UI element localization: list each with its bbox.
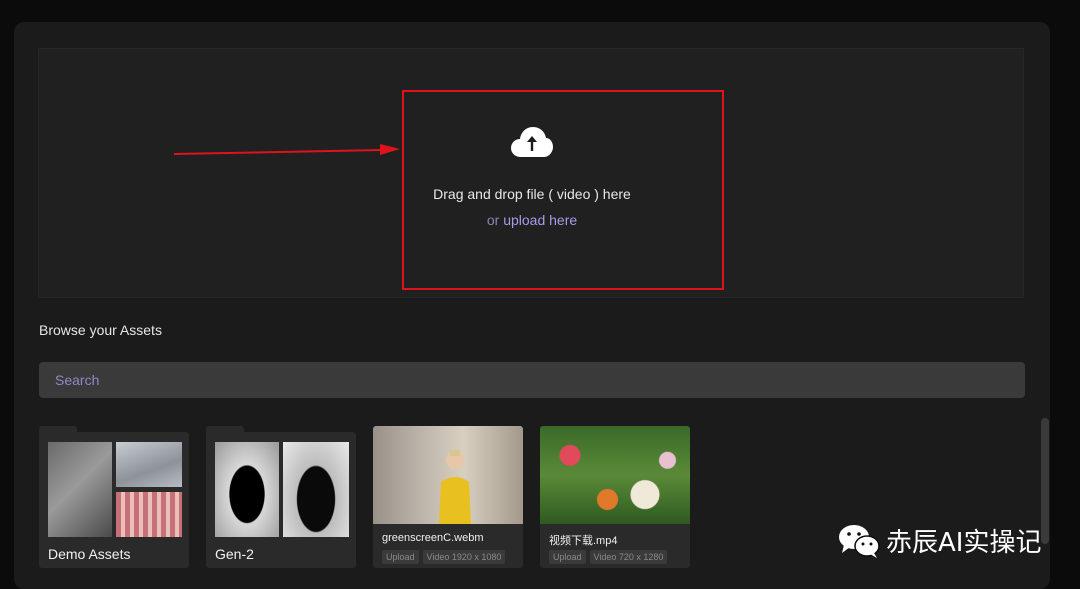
annotation-arrow	[173, 144, 400, 155]
video-thumbnail	[540, 426, 690, 524]
watermark: 赤辰AI实操记	[838, 522, 1041, 559]
video-card-greenscreen[interactable]: greenscreenC.webm Upload Video 1920 x 10…	[373, 426, 523, 568]
folder-preview	[215, 442, 349, 537]
upload-link[interactable]: upload here	[503, 212, 577, 228]
folder-name: Demo Assets	[48, 546, 131, 562]
folder-gen-2[interactable]: Gen-2	[206, 426, 356, 568]
folder-icon	[39, 426, 77, 434]
browse-assets-title: Browse your Assets	[39, 322, 162, 338]
folder-demo-assets[interactable]: Demo Assets	[39, 426, 189, 568]
video-card-download[interactable]: 视频下载.mp4 Upload Video 720 x 1280	[540, 426, 690, 568]
upload-badge: Upload	[549, 550, 586, 564]
video-meta: Upload Video 720 x 1280	[549, 550, 668, 564]
search-input[interactable]	[39, 362, 1025, 398]
folder-preview	[48, 442, 182, 537]
preview-image	[48, 442, 112, 537]
video-thumbnail	[373, 426, 523, 524]
scrollbar[interactable]	[1041, 418, 1049, 544]
preview-image	[283, 442, 349, 537]
video-meta: Upload Video 1920 x 1080	[382, 550, 506, 564]
person-figure	[439, 450, 471, 524]
upload-badge: Upload	[382, 550, 419, 564]
video-filename: 视频下载.mp4	[549, 535, 618, 547]
folder-name: Gen-2	[215, 546, 254, 562]
upload-subtext: or upload here	[402, 212, 662, 228]
folder-icon	[206, 426, 244, 434]
cloud-upload-icon	[511, 127, 553, 157]
video-filename: greenscreenC.webm	[382, 532, 484, 544]
wechat-icon	[839, 524, 880, 558]
page: Drag and drop file ( video ) here or upl…	[0, 0, 1080, 589]
preview-image	[215, 442, 279, 537]
video-info-badge: Video 1920 x 1080	[422, 550, 506, 564]
preview-image	[116, 442, 182, 487]
preview-image	[116, 492, 182, 537]
upload-instruction: Drag and drop file ( video ) here	[433, 186, 631, 202]
or-label: or	[486, 212, 500, 228]
video-info-badge: Video 720 x 1280	[589, 550, 668, 564]
watermark-text: 赤辰AI实操记	[886, 528, 1042, 558]
